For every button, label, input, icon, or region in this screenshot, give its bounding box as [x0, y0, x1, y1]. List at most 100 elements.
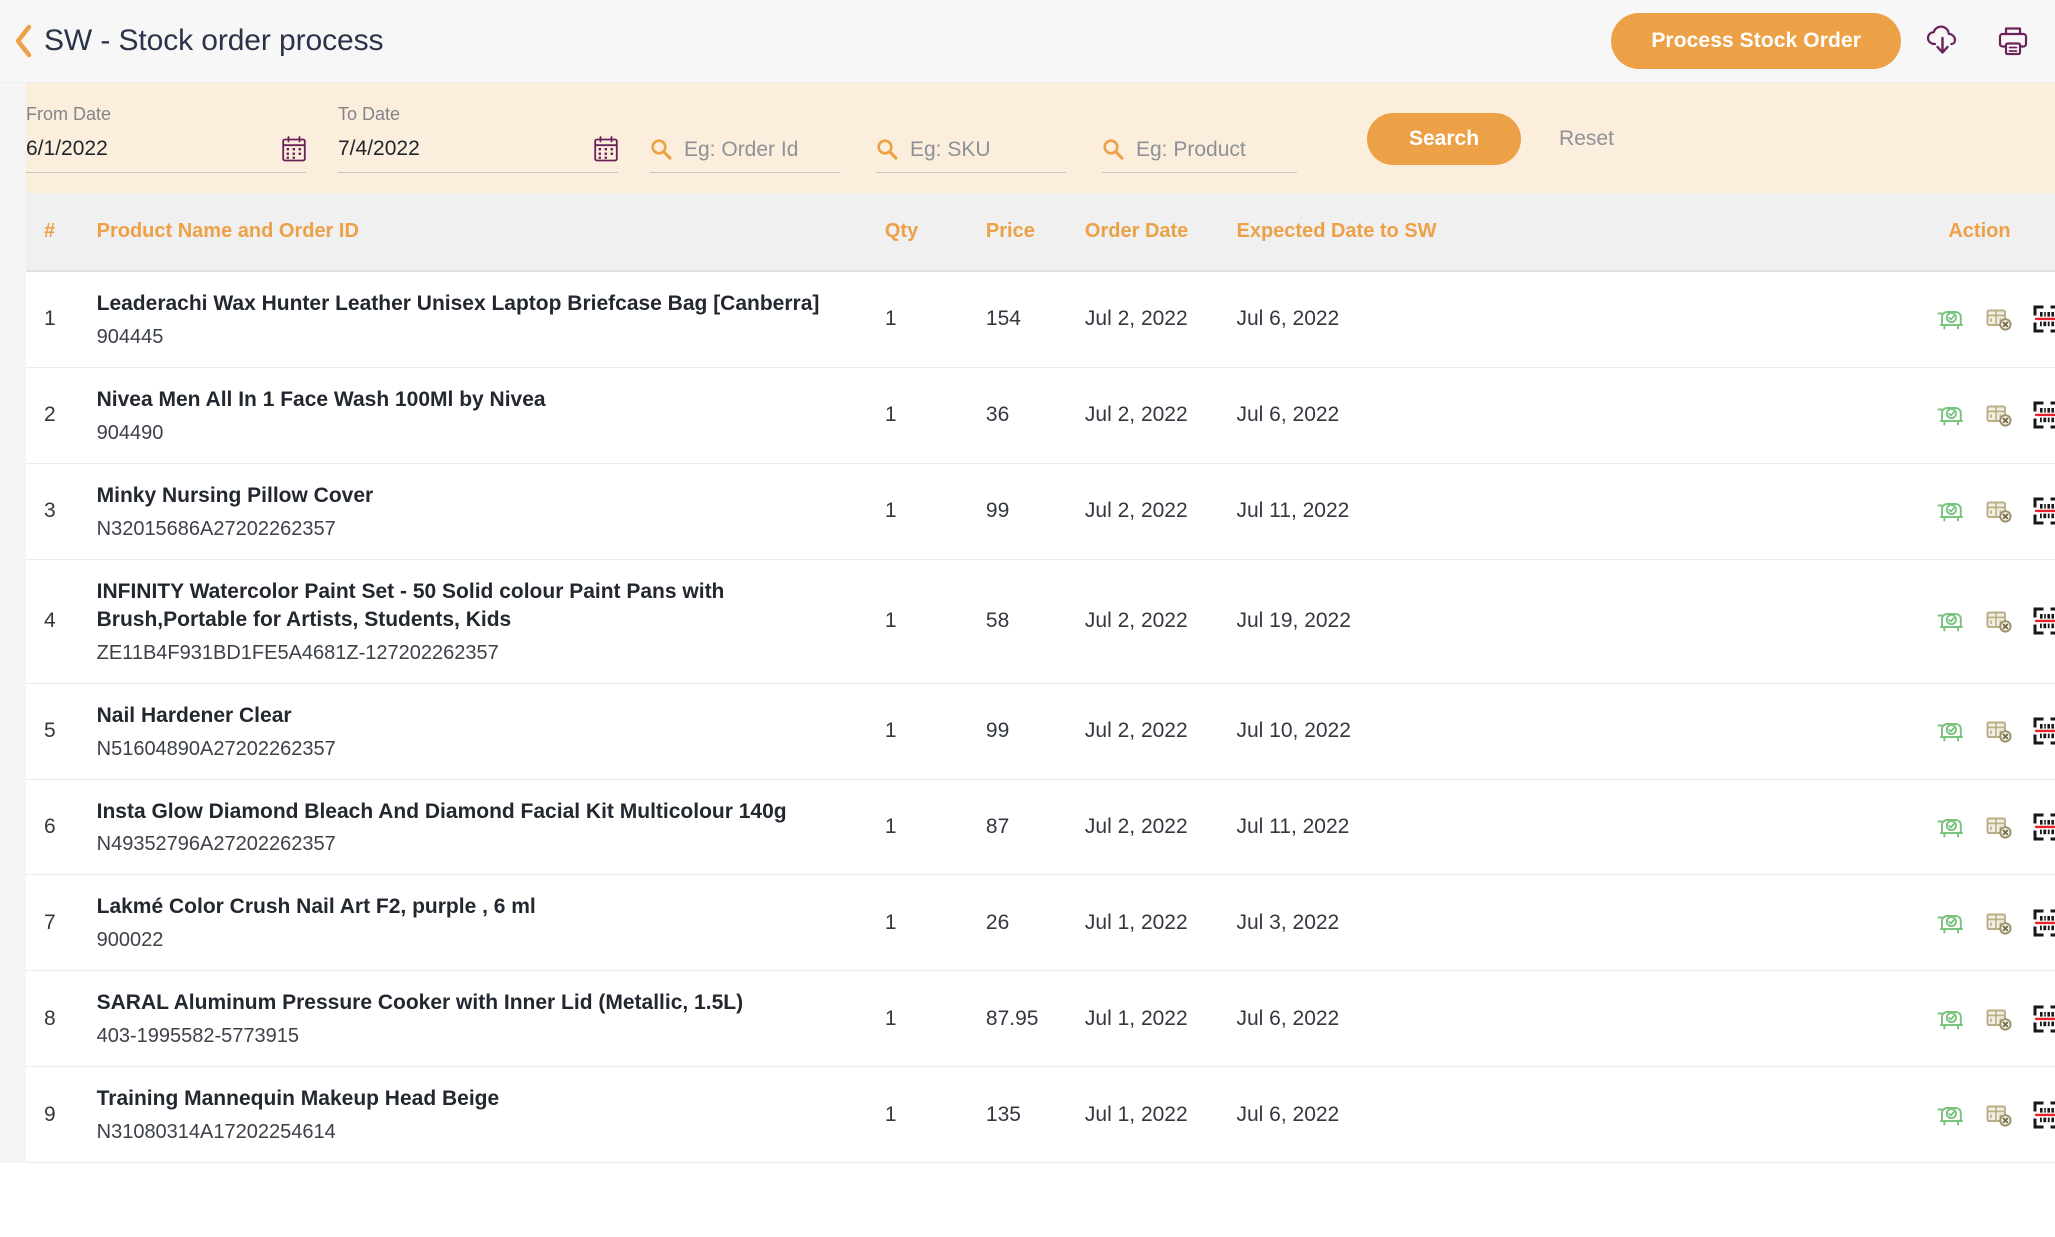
delivery-cancelled-icon[interactable]	[1982, 906, 2016, 940]
download-button[interactable]	[1915, 13, 1971, 69]
row-actions	[1610, 302, 2055, 336]
barcode-scan-icon[interactable]	[2030, 1098, 2055, 1132]
delivery-received-icon[interactable]	[1934, 494, 1968, 528]
product-cell: SARAL Aluminum Pressure Cooker with Inne…	[86, 970, 885, 1068]
delivery-cancelled-icon[interactable]	[1982, 810, 2016, 844]
barcode-scan-icon[interactable]	[2030, 302, 2055, 336]
row-number: 6	[26, 779, 87, 876]
delivery-cancelled-icon[interactable]	[1982, 398, 2016, 432]
product-name: Minky Nursing Pillow Cover	[96, 483, 374, 507]
back-button[interactable]	[8, 19, 38, 63]
barcode-scan-icon[interactable]	[2030, 906, 2055, 940]
from-date-value: 6/1/2022	[26, 137, 108, 161]
to-date-value: 7/4/2022	[338, 137, 420, 161]
column-header-product[interactable]: Product Name and Order ID	[86, 193, 885, 272]
delivery-received-icon[interactable]	[1934, 398, 1968, 432]
row-number: 9	[26, 1066, 87, 1164]
action-cell	[1610, 559, 2055, 684]
barcode-scan-icon[interactable]	[2030, 1002, 2055, 1036]
delivery-received-icon[interactable]	[1934, 810, 1968, 844]
barcode-scan-icon[interactable]	[2030, 604, 2055, 638]
row-actions	[1610, 714, 2055, 748]
print-button[interactable]	[1985, 13, 2041, 69]
order-date-cell: Jul 1, 2022	[1084, 1066, 1237, 1164]
row-number: 4	[26, 559, 87, 684]
barcode-scan-icon[interactable]	[2030, 494, 2055, 528]
table-left-gutter	[0, 193, 26, 1164]
order-id-search-placeholder: Eg: Order Id	[684, 137, 799, 161]
qty-cell: 1	[884, 559, 986, 684]
row-number: 1	[26, 271, 87, 368]
table-header-row: # Product Name and Order ID Qty Price Or…	[26, 193, 2055, 272]
delivery-received-icon[interactable]	[1934, 302, 1968, 336]
qty-cell: 1	[884, 970, 986, 1068]
delivery-cancelled-icon[interactable]	[1982, 1002, 2016, 1036]
stock-order-table-container: # Product Name and Order ID Qty Price Or…	[0, 193, 2055, 1164]
column-header-order-date[interactable]: Order Date	[1084, 193, 1237, 272]
barcode-scan-icon[interactable]	[2030, 398, 2055, 432]
order-id: 904445	[96, 325, 164, 348]
table-row[interactable]: 4 INFINITY Watercolor Paint Set - 50 Soli…	[26, 559, 2055, 684]
table-row[interactable]: 2 Nivea Men All In 1 Face Wash 100Ml by N…	[26, 367, 2055, 464]
to-date-field[interactable]: To Date 7/4/2022	[338, 105, 618, 193]
delivery-cancelled-icon[interactable]	[1982, 302, 2016, 336]
product-cell: Nivea Men All In 1 Face Wash 100Ml by Ni…	[86, 367, 885, 464]
delivery-received-icon[interactable]	[1934, 1002, 1968, 1036]
order-date-cell: Jul 1, 2022	[1084, 874, 1237, 972]
table-row[interactable]: 7 Lakmé Color Crush Nail Art F2, purple ,…	[26, 874, 2055, 972]
order-id: N51604890A27202262357	[96, 737, 336, 760]
price-cell: 99	[985, 463, 1085, 560]
expected-date-cell: Jul 6, 2022	[1236, 1066, 1611, 1164]
column-header-qty[interactable]: Qty	[884, 193, 986, 272]
order-id: 904490	[96, 421, 164, 444]
row-actions	[1610, 398, 2055, 432]
delivery-cancelled-icon[interactable]	[1982, 494, 2016, 528]
order-date-cell: Jul 1, 2022	[1084, 970, 1237, 1068]
delivery-cancelled-icon[interactable]	[1982, 1098, 2016, 1132]
delivery-cancelled-icon[interactable]	[1982, 714, 2016, 748]
product-search-placeholder: Eg: Product	[1136, 137, 1246, 161]
delivery-received-icon[interactable]	[1934, 906, 1968, 940]
delivery-received-icon[interactable]	[1934, 714, 1968, 748]
column-header-price[interactable]: Price	[985, 193, 1085, 272]
table-row[interactable]: 1 Leaderachi Wax Hunter Leather Unisex La…	[26, 271, 2055, 368]
from-date-field[interactable]: From Date 6/1/2022	[26, 105, 306, 193]
process-stock-order-button[interactable]: Process Stock Order	[1611, 13, 1901, 69]
calendar-icon[interactable]	[282, 136, 306, 162]
table-row[interactable]: 3 Minky Nursing Pillow Cover N32015686A272…	[26, 463, 2055, 560]
qty-cell: 1	[884, 683, 986, 780]
column-header-action: Action	[1610, 193, 2055, 272]
search-icon	[876, 138, 898, 161]
product-cell: Insta Glow Diamond Bleach And Diamond Fa…	[86, 779, 885, 876]
row-actions	[1610, 1098, 2055, 1132]
expected-date-cell: Jul 11, 2022	[1236, 463, 1611, 560]
row-number: 5	[26, 683, 87, 780]
expected-date-cell: Jul 3, 2022	[1236, 874, 1611, 972]
column-header-expected-date[interactable]: Expected Date to SW	[1236, 193, 1611, 272]
to-date-label: To Date	[338, 104, 401, 124]
action-cell	[1610, 874, 2055, 972]
action-cell	[1610, 367, 2055, 464]
column-header-number[interactable]: #	[26, 193, 87, 272]
table-row[interactable]: 9 Training Mannequin Makeup Head Beige N31…	[26, 1066, 2055, 1164]
price-cell: 26	[985, 874, 1085, 972]
table-row[interactable]: 6 Insta Glow Diamond Bleach And Diamond F…	[26, 779, 2055, 876]
order-id-search-field[interactable]: Eg: Order Id	[650, 138, 840, 193]
search-button[interactable]: Search	[1367, 113, 1522, 165]
sku-search-field[interactable]: Eg: SKU	[876, 138, 1066, 193]
qty-cell: 1	[884, 271, 986, 368]
delivery-received-icon[interactable]	[1934, 1098, 1968, 1132]
calendar-icon[interactable]	[594, 136, 618, 162]
barcode-scan-icon[interactable]	[2030, 810, 2055, 844]
delivery-cancelled-icon[interactable]	[1982, 604, 2016, 638]
table-row[interactable]: 5 Nail Hardener Clear N51604890A2720226235…	[26, 683, 2055, 780]
order-id: 403-1995582-5773915	[96, 1025, 300, 1048]
row-actions	[1610, 494, 2055, 528]
table-row[interactable]: 8 SARAL Aluminum Pressure Cooker with Inn…	[26, 970, 2055, 1068]
order-id: ZE11B4F931BD1FE5A4681Z-127202262357	[96, 641, 499, 664]
delivery-received-icon[interactable]	[1934, 604, 1968, 638]
product-search-field[interactable]: Eg: Product	[1102, 138, 1297, 193]
barcode-scan-icon[interactable]	[2030, 714, 2055, 748]
qty-cell: 1	[884, 1066, 986, 1164]
reset-button[interactable]: Reset	[1559, 127, 1614, 151]
